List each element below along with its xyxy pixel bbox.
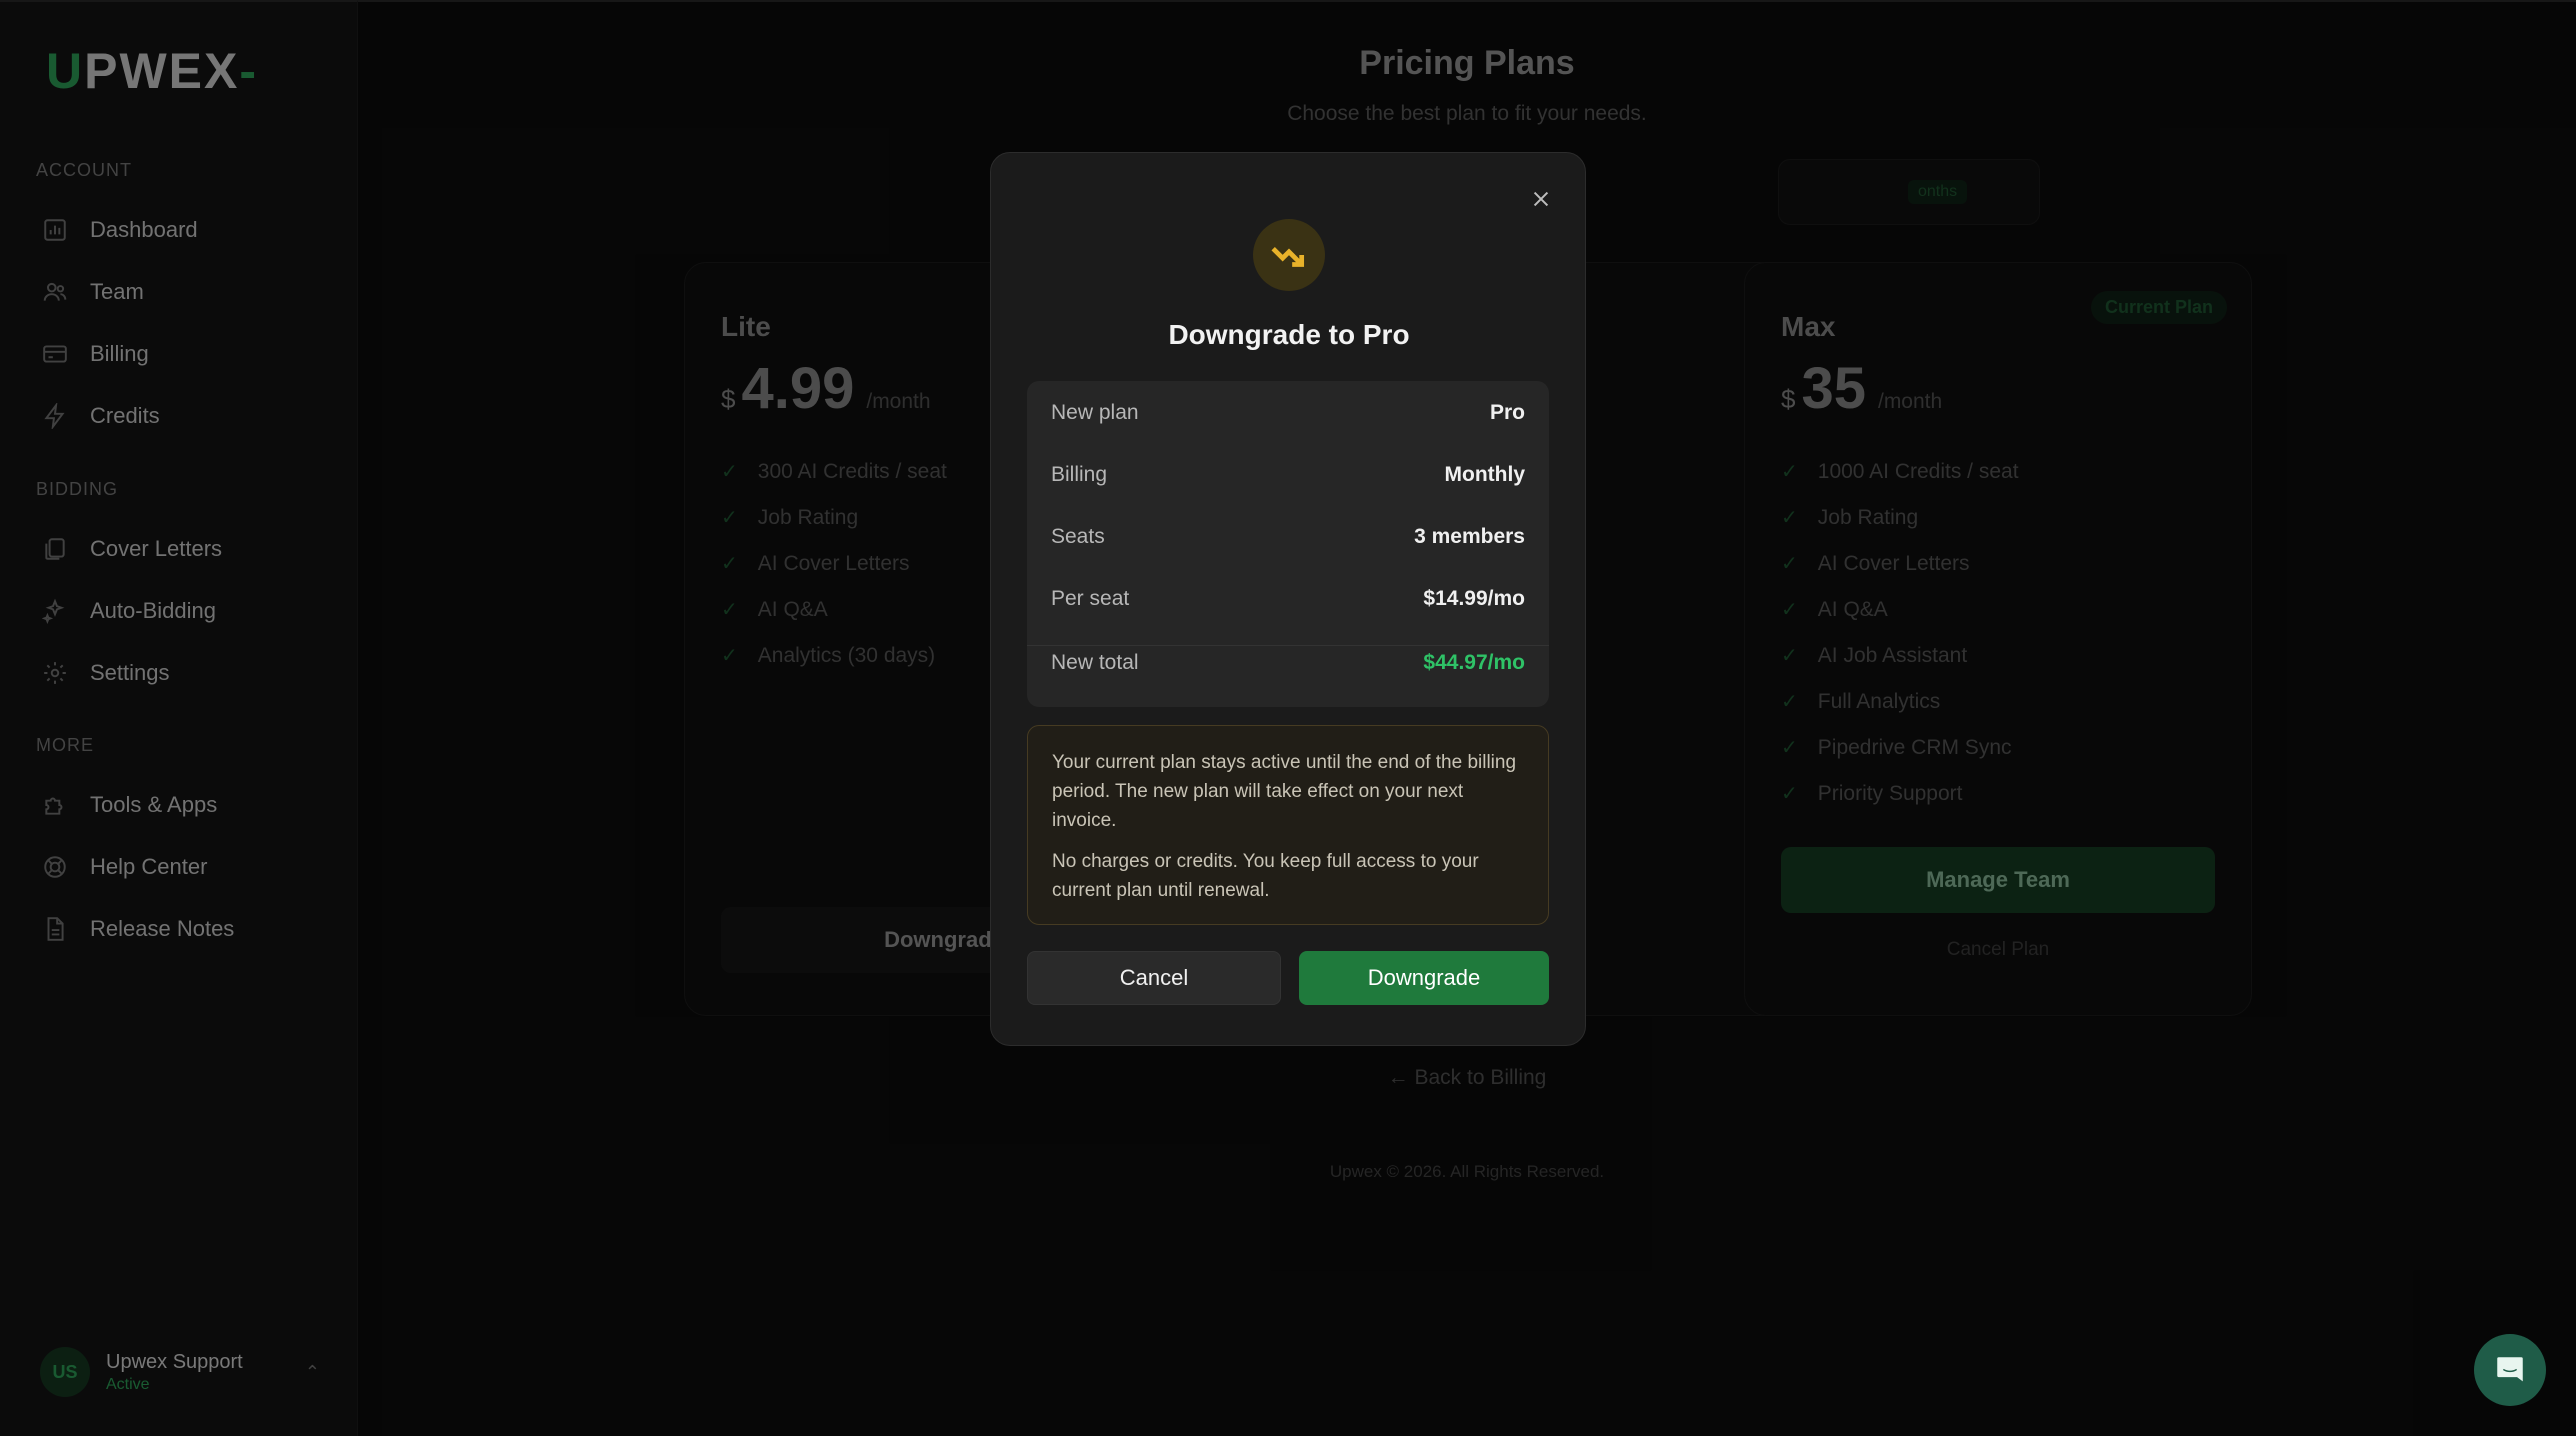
chat-icon [2497, 1357, 2523, 1382]
close-button[interactable] [1521, 179, 1561, 219]
summary-label: Billing [1051, 463, 1108, 486]
summary-value: $44.97/mo [1423, 651, 1525, 674]
summary-label: New plan [1051, 401, 1139, 424]
chat-launcher-button[interactable] [2474, 1334, 2546, 1406]
notice-text: No charges or credits. You keep full acc… [1052, 851, 1479, 901]
summary-row-seats: Seats 3 members [1051, 525, 1525, 549]
notice-text: Your current plan stays active until the… [1052, 752, 1517, 831]
trend-down-icon [1271, 246, 1305, 267]
summary-value: Pro [1489, 401, 1525, 424]
summary-row-per-seat: Per seat $14.99/mo [1051, 587, 1525, 611]
summary-label: New total [1051, 651, 1139, 674]
summary-row-billing: Billing Monthly [1051, 463, 1525, 487]
summary-divider [1027, 645, 1549, 646]
modal-title: Downgrade to Pro [1168, 319, 1410, 350]
downgrade-icon-badge [1253, 219, 1325, 291]
plan-summary: New plan Pro Billing Monthly Seats 3 mem… [1027, 381, 1549, 707]
summary-row-new-plan: New plan Pro [1051, 401, 1525, 425]
summary-label: Per seat [1051, 587, 1130, 610]
close-icon [1533, 191, 1549, 207]
downgrade-modal: Downgrade to Pro New plan Pro Billing Mo… [990, 152, 1586, 1046]
cancel-button[interactable]: Cancel [1027, 951, 1281, 1005]
summary-row-new-total: New total $44.97/mo [1051, 651, 1525, 675]
summary-label: Seats [1051, 525, 1105, 548]
downgrade-notice: Your current plan stays active until the… [1027, 725, 1549, 925]
summary-value: 3 members [1414, 525, 1525, 548]
summary-value: Monthly [1444, 463, 1525, 486]
summary-value: $14.99/mo [1423, 587, 1525, 610]
confirm-downgrade-button[interactable]: Downgrade [1299, 951, 1549, 1005]
